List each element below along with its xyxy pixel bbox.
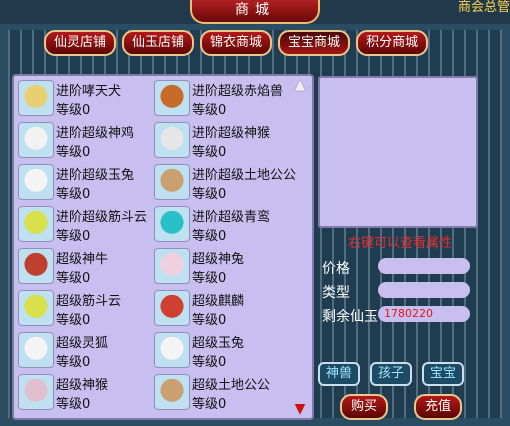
pet-name: 超级筋斗云	[56, 294, 122, 309]
pet-level: 等级0	[192, 187, 227, 202]
phoenix-icon	[154, 206, 190, 242]
pet-name: 进阶超级神猴	[192, 126, 271, 141]
pet-name: 超级神兔	[192, 252, 245, 267]
scroll-up-icon[interactable]: ▲	[292, 78, 308, 92]
balance-value: 1780220	[384, 307, 433, 320]
merchant-label: 商会总管	[457, 0, 510, 15]
pet-name: 进阶超级青鸾	[192, 210, 271, 225]
pet-level: 等级0	[56, 271, 91, 286]
pet-name: 进阶超级筋斗云	[56, 210, 148, 225]
pet-level: 等级0	[56, 355, 91, 370]
pet-item[interactable]: 进阶哮天犬等级0	[16, 78, 156, 118]
window-title: 商城	[190, 0, 320, 24]
pet-level: 等级0	[56, 103, 91, 118]
rooster-icon	[18, 122, 54, 158]
type-field	[378, 282, 470, 298]
price-field	[378, 258, 470, 274]
category-pet-button[interactable]: 宝宝	[422, 362, 465, 386]
scroll-down-icon[interactable]: ▼	[292, 402, 308, 416]
pet-level: 等级0	[192, 313, 227, 328]
tab-costume-shop[interactable]: 锦衣商城	[200, 30, 273, 56]
tab-jade-shop[interactable]: 仙玉店铺	[122, 30, 195, 56]
pet-item[interactable]: 进阶超级赤焰兽 等级0	[152, 78, 292, 118]
earth-god-icon	[154, 164, 190, 200]
pet-item[interactable]: 超级灵狐等级0	[16, 330, 156, 370]
pet-name: 进阶哮天犬	[56, 84, 122, 99]
pet-item[interactable]: 超级神牛等级0	[16, 246, 156, 286]
pet-name: 超级神猴	[56, 378, 109, 393]
pet-name: 进阶超级赤焰兽	[192, 84, 284, 99]
pet-item[interactable]: 进阶超级青鸾 等级0	[152, 204, 292, 244]
pet-level: 等级0	[192, 145, 227, 160]
pet-item[interactable]: 超级筋斗云等级0	[16, 288, 156, 328]
fire-beast-icon	[154, 80, 190, 116]
pet-name: 超级神牛	[56, 252, 109, 267]
rabbit-icon	[18, 164, 54, 200]
pet-item[interactable]: 超级神兔等级0	[152, 246, 292, 286]
monkey-icon	[154, 122, 190, 158]
pet-level: 等级0	[192, 355, 227, 370]
category-child-button[interactable]: 孩子	[370, 362, 413, 386]
shop-window: 商城 商会总管 仙灵店铺 仙玉店铺 锦衣商城 宝宝商城 积分商城 进阶哮天犬等级…	[0, 0, 510, 426]
tab-pet-shop[interactable]: 宝宝商城	[278, 30, 351, 56]
pet-name: 进阶超级神鸡	[56, 126, 135, 141]
buy-button[interactable]: 购买	[340, 394, 388, 420]
pet-item[interactable]: 进阶超级神鸡 等级0	[16, 120, 156, 160]
price-label: 价格	[322, 261, 350, 277]
pet-level: 等级0	[192, 103, 227, 118]
fox-icon	[18, 332, 54, 368]
pet-level: 等级0	[56, 397, 91, 412]
pet-name: 超级灵狐	[56, 336, 109, 351]
pet-item[interactable]: 超级神猴等级0	[16, 372, 156, 412]
earth-god-icon	[154, 374, 190, 410]
tab-immortal-shop[interactable]: 仙灵店铺	[44, 30, 117, 56]
pet-name: 进阶超级玉兔	[56, 168, 135, 183]
hound-icon	[18, 80, 54, 116]
pet-item[interactable]: 进阶超级土地公公 等级0	[152, 162, 296, 202]
recharge-button[interactable]: 充值	[414, 394, 462, 420]
pet-level: 等级0	[56, 145, 91, 160]
cloud-icon	[18, 206, 54, 242]
pet-level: 等级0	[192, 229, 227, 244]
pet-name: 进阶超级土地公公	[192, 168, 297, 183]
pet-item[interactable]: 超级玉兔等级0	[152, 330, 292, 370]
pet-level: 等级0	[192, 271, 227, 286]
pet-item[interactable]: 进阶超级筋斗云 等级0	[16, 204, 156, 244]
pet-item[interactable]: 进阶超级神猴 等级0	[152, 120, 292, 160]
pet-name: 超级土地公公	[192, 378, 271, 393]
pet-preview[interactable]	[318, 76, 478, 228]
pet-level: 等级0	[56, 187, 91, 202]
type-label: 类型	[322, 285, 350, 301]
pet-name: 超级麒麟	[192, 294, 245, 309]
pet-item[interactable]: 超级麒麟等级0	[152, 288, 292, 328]
preview-hint: 右键可以查看属性	[347, 236, 452, 251]
rabbit-icon	[154, 332, 190, 368]
category-divine-beast-button[interactable]: 神兽	[318, 362, 361, 386]
pet-name: 超级玉兔	[192, 336, 245, 351]
pet-item[interactable]: 超级土地公公 等级0	[152, 372, 292, 412]
pet-item[interactable]: 进阶超级玉兔 等级0	[16, 162, 156, 202]
balance-label: 剩余仙玉	[322, 309, 378, 325]
rabbit-icon	[154, 248, 190, 284]
pet-list[interactable]: 进阶哮天犬 等级0 进阶超级赤焰兽 等级0 进阶超级神鸡 等级0 进阶超级神猴 等级0 进阶超级…	[12, 74, 314, 420]
cloud-icon	[18, 290, 54, 326]
qilin-icon	[154, 290, 190, 326]
pet-level: 等级0	[56, 313, 91, 328]
monkey-icon	[18, 374, 54, 410]
pet-level: 等级0	[192, 397, 227, 412]
shop-tabs: 仙灵店铺 仙玉店铺 锦衣商城 宝宝商城 积分商城	[44, 30, 429, 56]
ox-icon	[18, 248, 54, 284]
tab-points-shop[interactable]: 积分商城	[356, 30, 429, 56]
pet-level: 等级0	[56, 229, 91, 244]
